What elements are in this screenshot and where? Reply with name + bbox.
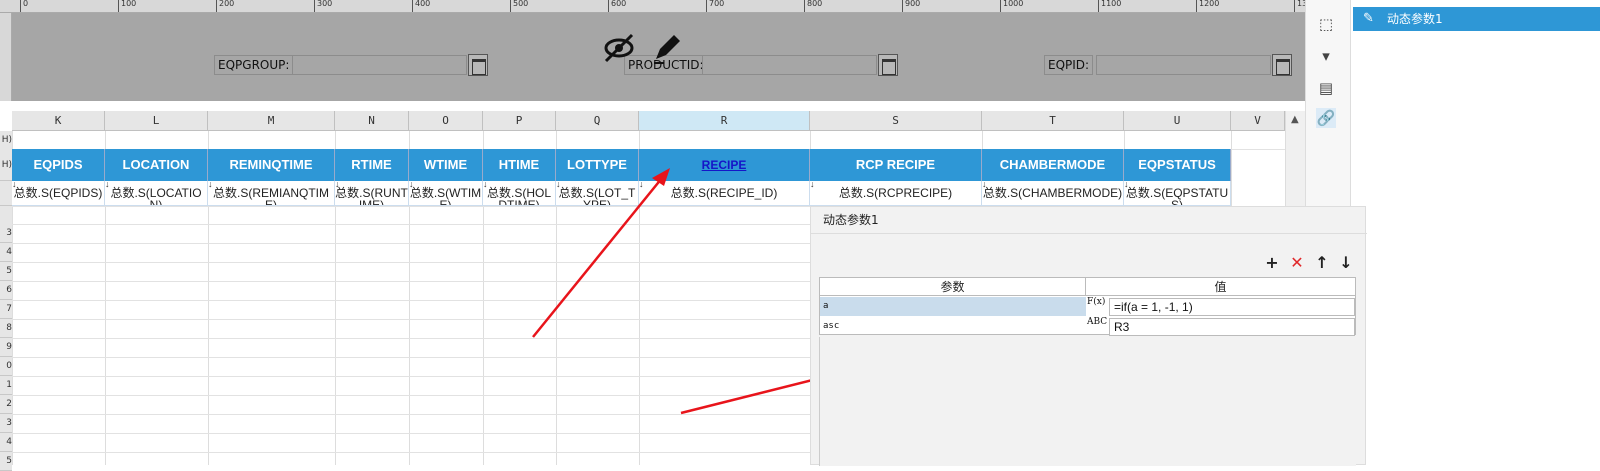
dynamic-param-item-label: 动态参数1 bbox=[1387, 12, 1443, 26]
move-down-icon[interactable]: ↓ bbox=[1338, 255, 1354, 271]
delete-icon[interactable]: ✕ bbox=[1289, 255, 1305, 271]
param-name-asc[interactable]: asc bbox=[820, 317, 1086, 336]
dynamic-param-item[interactable]: ✎ 动态参数1 bbox=[1353, 7, 1600, 31]
dialog-divider bbox=[811, 233, 1367, 234]
pencil-icon: ✎ bbox=[1363, 11, 1374, 26]
move-up-icon[interactable]: ↑ bbox=[1314, 255, 1330, 271]
link-icon[interactable]: 🔗 bbox=[1316, 108, 1336, 128]
add-icon[interactable]: + bbox=[1264, 255, 1280, 271]
layers-icon[interactable]: ▤ bbox=[1316, 78, 1336, 98]
param-value-a[interactable]: =if(a = 1, -1, 1) bbox=[1109, 298, 1355, 316]
dialog-title: 动态参数1 bbox=[823, 213, 879, 227]
crop-icon[interactable]: ⬚ bbox=[1316, 14, 1336, 34]
right-panel: ✎ 动态参数1 bbox=[1350, 0, 1600, 465]
value-column-header: 值 bbox=[1086, 278, 1355, 296]
param-value-asc[interactable]: R3 bbox=[1109, 318, 1355, 336]
string-type-icon[interactable]: ABC bbox=[1087, 317, 1107, 336]
param-name-a[interactable]: a bbox=[820, 297, 1086, 316]
param-table: 参数 值 a F(x) =if(a = 1, -1, 1) asc ABC R3 bbox=[819, 277, 1356, 336]
dialog-empty-area bbox=[819, 337, 1356, 466]
dynamic-param-dialog: 动态参数1 + ✕ ↑ ↓ 参数 值 a F(x) =if(a = 1, -1,… bbox=[810, 206, 1367, 466]
dropdown-icon[interactable]: ▾ bbox=[1316, 46, 1336, 66]
formula-type-icon[interactable]: F(x) bbox=[1087, 297, 1107, 316]
param-column-header: 参数 bbox=[820, 278, 1086, 296]
